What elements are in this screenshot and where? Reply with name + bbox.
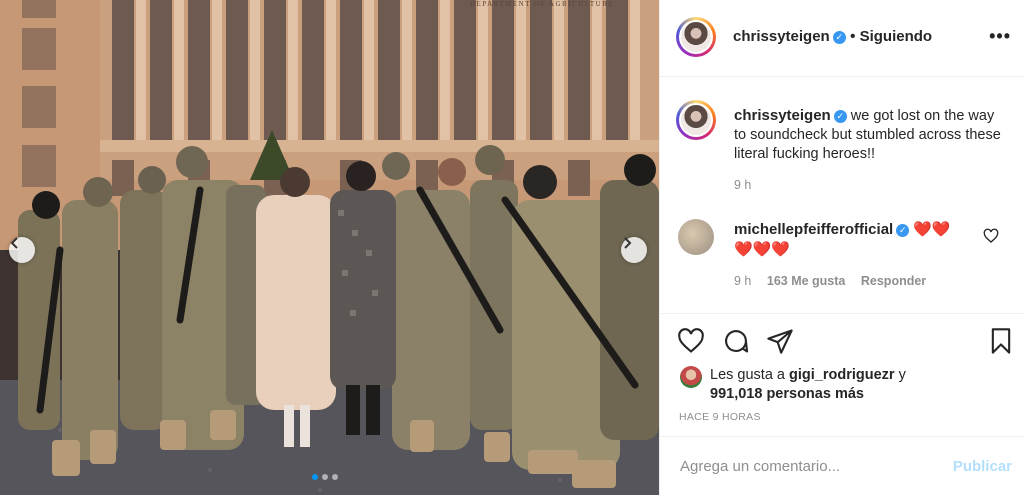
carousel-dot	[322, 474, 328, 480]
comment-text-block: michellepfeifferofficial ✓ ❤️❤️ ❤️❤️❤️	[734, 220, 984, 260]
likes-count[interactable]: 991,018 personas más	[710, 386, 864, 402]
post-header: chrissyteigen ✓ • Siguiendo •••	[660, 0, 1024, 77]
avatar-image	[681, 22, 711, 52]
comment-icon[interactable]	[722, 327, 750, 355]
verified-icon: ✓	[832, 31, 846, 44]
share-icon[interactable]	[766, 327, 794, 355]
comment-emojis-line1: ❤️❤️	[913, 221, 951, 238]
post-timestamp[interactable]: HACE 9 HORAS	[679, 411, 761, 423]
carousel-dot	[332, 474, 338, 480]
caption-author-avatar[interactable]	[676, 100, 716, 140]
likes-prefix: Les gusta a	[710, 367, 785, 383]
verified-icon: ✓	[896, 224, 910, 237]
follow-status[interactable]: • Siguiendo	[850, 28, 932, 45]
previous-photo-button[interactable]	[9, 237, 35, 263]
avatar-image	[681, 105, 711, 135]
post-photo[interactable]: DEPARTMENT OF AGRICULTURE	[0, 0, 659, 495]
author-avatar[interactable]	[676, 17, 716, 57]
comment-emojis-line2: ❤️❤️❤️	[734, 241, 791, 258]
verified-icon: ✓	[833, 110, 847, 123]
caption-timestamp[interactable]: 9 h	[734, 178, 751, 192]
comment-author-username[interactable]: michellepfeifferofficial	[734, 221, 893, 238]
more-options-icon[interactable]: •••	[989, 26, 1011, 47]
chevron-right-icon	[624, 237, 632, 249]
author-username[interactable]: chrissyteigen	[733, 28, 830, 45]
reply-button[interactable]: Responder	[861, 274, 926, 288]
caption-author-username[interactable]: chrissyteigen	[734, 107, 831, 124]
comment-meta: 9 h 163 Me gusta Responder	[734, 274, 926, 288]
header-author-line: chrissyteigen ✓ • Siguiendo	[733, 28, 932, 46]
liker-username[interactable]: gigi_rodriguezr	[789, 367, 895, 383]
caption-text-block: chrissyteigen ✓ we got lost on the way to…	[734, 106, 1004, 164]
bookmark-icon[interactable]	[987, 327, 1015, 355]
comment-like-heart-icon[interactable]	[983, 228, 999, 244]
chevron-left-icon	[10, 237, 18, 249]
likes-conjunction: y	[898, 367, 906, 383]
publish-button[interactable]: Publicar	[953, 458, 1012, 475]
carousel-indicator	[312, 474, 338, 480]
photo-illustration	[0, 0, 659, 495]
post-side-panel: chrissyteigen ✓ • Siguiendo ••• chrissyte…	[659, 0, 1024, 495]
comment-timestamp[interactable]: 9 h	[734, 274, 751, 288]
liker-avatar[interactable]	[680, 366, 702, 388]
carousel-dot	[312, 474, 318, 480]
likes-summary: Les gusta a gigi_rodriguezr y 991,018 pe…	[710, 366, 1010, 404]
next-photo-button[interactable]	[621, 237, 647, 263]
comment-input[interactable]	[678, 457, 942, 476]
comment-likes[interactable]: 163 Me gusta	[767, 274, 846, 288]
comment-author-avatar[interactable]	[678, 219, 714, 255]
building-sign: DEPARTMENT OF AGRICULTURE	[470, 0, 615, 8]
heart-icon[interactable]	[677, 327, 705, 355]
follow-status-label: Siguiendo	[859, 28, 933, 45]
add-comment-bar: Publicar	[660, 436, 1024, 496]
